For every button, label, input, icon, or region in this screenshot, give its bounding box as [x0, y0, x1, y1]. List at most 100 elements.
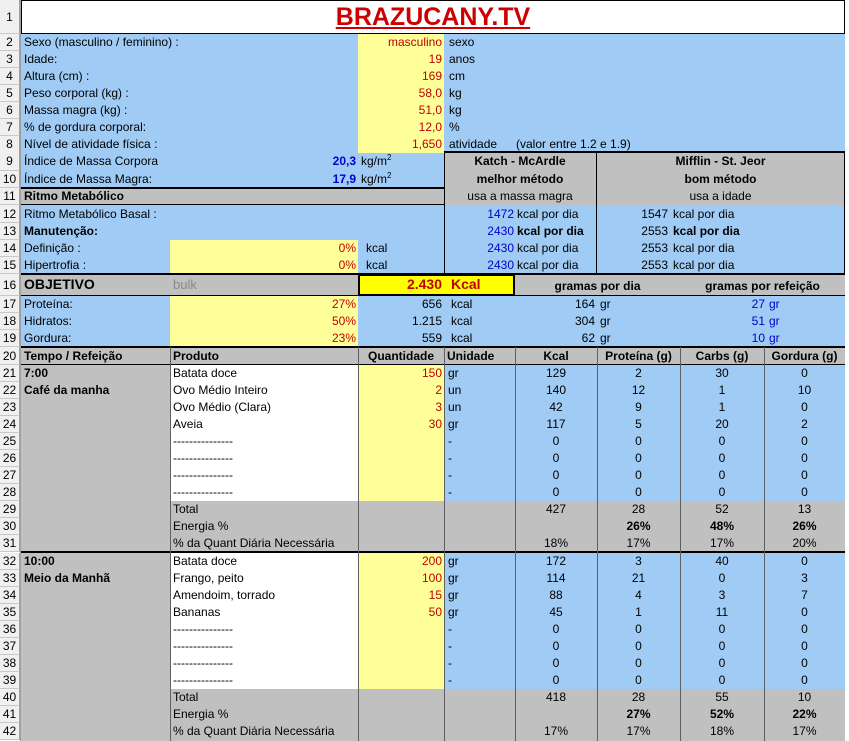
row-header-28[interactable]: 28 [0, 484, 20, 501]
meal-item-product[interactable]: --------------- [173, 433, 357, 450]
row-header-3[interactable]: 3 [0, 51, 20, 68]
meal-item-product[interactable]: Batata doce [173, 553, 357, 570]
row-header-42[interactable]: 42 [0, 723, 20, 740]
row-header-37[interactable]: 37 [0, 638, 20, 655]
row-header-14[interactable]: 14 [0, 240, 20, 257]
row-header-22[interactable]: 22 [0, 382, 20, 399]
meal-item-product[interactable]: Bananas [173, 604, 357, 621]
meal-item-product[interactable]: --------------- [173, 467, 357, 484]
row-header-39[interactable]: 39 [0, 672, 20, 689]
macro-pct-input[interactable]: 23% [170, 330, 356, 347]
row-header-33[interactable]: 33 [0, 570, 20, 587]
row-header-4[interactable]: 4 [0, 68, 20, 85]
row-header-31[interactable]: 31 [0, 535, 20, 552]
row-header-23[interactable]: 23 [0, 399, 20, 416]
row-header-11[interactable]: 11 [0, 188, 20, 205]
meal-item-product[interactable]: Ovo Médio Inteiro [173, 382, 357, 399]
column-header-fat[interactable]: Gordura (g) [764, 348, 845, 365]
meal-item-qty[interactable] [358, 621, 442, 638]
meal-item-qty[interactable] [358, 655, 442, 672]
goal-pct-input[interactable]: 0% [170, 240, 356, 257]
meal-item-product[interactable]: Frango, peito [173, 570, 357, 587]
profile-input-value[interactable]: 12,0 [358, 119, 442, 136]
goal-pct-input[interactable]: 0% [170, 257, 356, 274]
row-header-5[interactable]: 5 [0, 85, 20, 102]
row-header-38[interactable]: 38 [0, 655, 20, 672]
meal-item-product[interactable]: --------------- [173, 621, 357, 638]
profile-input-value[interactable]: 51,0 [358, 102, 442, 119]
row-header-7[interactable]: 7 [0, 119, 20, 136]
column-header-product[interactable]: Produto [173, 348, 358, 365]
profile-input-value[interactable]: 169 [358, 68, 442, 85]
row-header-35[interactable]: 35 [0, 604, 20, 621]
meal-daily-f: 17% [792, 724, 817, 738]
row-header-18[interactable]: 18 [0, 313, 20, 330]
profile-input-value[interactable]: 1,650 [358, 136, 442, 153]
row-header-30[interactable]: 30 [0, 518, 20, 535]
meal-item-product[interactable]: --------------- [173, 450, 357, 467]
row-header-2[interactable]: 2 [0, 34, 20, 51]
column-header-kcal[interactable]: Kcal [515, 348, 597, 365]
column-header-protein[interactable]: Proteína (g) [597, 348, 680, 365]
profile-input-value[interactable]: 58,0 [358, 85, 442, 102]
meal-item-product[interactable]: --------------- [173, 638, 357, 655]
row-header-16[interactable]: 16 [0, 274, 20, 296]
column-header-carbs[interactable]: Carbs (g) [680, 348, 764, 365]
row-header-25[interactable]: 25 [0, 433, 20, 450]
profile-input-value[interactable]: masculino [358, 34, 442, 51]
row-header-29[interactable]: 29 [0, 501, 20, 518]
column-header-time-meal[interactable]: Tempo / Refeição [24, 348, 168, 365]
macro-pct-input[interactable]: 50% [170, 313, 356, 330]
row-header-8[interactable]: 8 [0, 136, 20, 153]
row-header-21[interactable]: 21 [0, 365, 20, 382]
profile-input-value[interactable]: 19 [358, 51, 442, 68]
mifflin-method-basis: usa a idade [689, 189, 752, 203]
row-header-15[interactable]: 15 [0, 257, 20, 274]
row-header-20[interactable]: 20 [0, 347, 20, 365]
meal-item-product[interactable]: Batata doce [173, 365, 357, 382]
meal-item-qty[interactable] [358, 672, 442, 689]
meal-item-qty[interactable]: 3 [358, 399, 442, 416]
row-header-27[interactable]: 27 [0, 467, 20, 484]
row-header-40[interactable]: 40 [0, 689, 20, 706]
row-header-34[interactable]: 34 [0, 587, 20, 604]
meal-item-product[interactable]: Aveia [173, 416, 357, 433]
meal-item-kcal: 45 [549, 605, 563, 619]
row-header-9[interactable]: 9 [0, 152, 20, 171]
meal-item-qty[interactable] [358, 467, 442, 484]
column-header-unit[interactable]: Unidade [447, 348, 515, 365]
meal-item-qty[interactable] [358, 638, 442, 655]
column-header-quantity[interactable]: Quantidade [358, 348, 444, 365]
row-header-1[interactable]: 1 [0, 0, 20, 34]
meal-item-product[interactable]: --------------- [173, 672, 357, 689]
macro-pct-input[interactable]: 27% [170, 296, 356, 313]
row-header-6[interactable]: 6 [0, 102, 20, 119]
objective-mode[interactable]: bulk [173, 276, 273, 293]
meal-item-product[interactable]: Amendoim, torrado [173, 587, 357, 604]
row-header-24[interactable]: 24 [0, 416, 20, 433]
meal-item-qty[interactable]: 15 [358, 587, 442, 604]
meal-item-product[interactable]: --------------- [173, 655, 357, 672]
katch-method-basis: usa a massa magra [467, 189, 573, 203]
row-header-19[interactable]: 19 [0, 330, 20, 347]
meal-separator [21, 551, 845, 553]
row-header-13[interactable]: 13 [0, 223, 20, 240]
row-header-12[interactable]: 12 [0, 205, 20, 223]
row-header-32[interactable]: 32 [0, 553, 20, 570]
row-header-41[interactable]: 41 [0, 706, 20, 723]
meal-item-qty[interactable]: 2 [358, 382, 442, 399]
meal-item-qty[interactable] [358, 450, 442, 467]
meal-item-qty[interactable]: 150 [358, 365, 442, 382]
meal-item-qty[interactable] [358, 484, 442, 501]
row-header-17[interactable]: 17 [0, 296, 20, 313]
row-header-36[interactable]: 36 [0, 621, 20, 638]
meal-item-qty[interactable]: 200 [358, 553, 442, 570]
meal-item-product[interactable]: Ovo Médio (Clara) [173, 399, 357, 416]
meal-item-qty[interactable] [358, 433, 442, 450]
meal-item-qty[interactable]: 100 [358, 570, 442, 587]
row-header-10[interactable]: 10 [0, 171, 20, 188]
meal-item-product[interactable]: --------------- [173, 484, 357, 501]
meal-item-qty[interactable]: 30 [358, 416, 442, 433]
meal-item-qty[interactable]: 50 [358, 604, 442, 621]
row-header-26[interactable]: 26 [0, 450, 20, 467]
